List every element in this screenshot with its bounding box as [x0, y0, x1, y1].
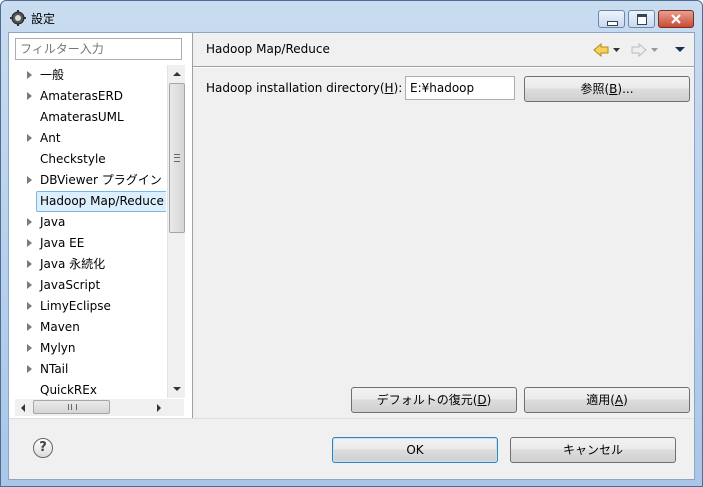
cancel-label: キャンセル [562, 443, 623, 457]
back-arrow-icon[interactable] [593, 42, 609, 58]
maximize-icon [637, 14, 647, 25]
preference-page: Hadoop Map/Reduce Hadoop installation di… [193, 33, 694, 418]
browse-button-label: 参照(B)... [580, 82, 634, 96]
scroll-left-icon[interactable] [21, 404, 25, 412]
tree-item[interactable]: 一般 [15, 65, 166, 86]
tree-item-label: AmaterasUML [40, 110, 124, 124]
horizontal-scroll-thumb[interactable] [33, 400, 110, 414]
restore-defaults-label: デフォルトの復元(D) [376, 393, 492, 407]
scroll-up-icon[interactable] [173, 72, 181, 76]
tree-item[interactable]: DBViewer プラグイン [15, 170, 166, 191]
expand-arrow-icon[interactable] [27, 176, 32, 184]
ok-label: OK [406, 443, 424, 457]
footer-separator [9, 418, 694, 419]
expand-arrow-icon[interactable] [27, 365, 32, 373]
tree-item[interactable]: QuickREx [15, 380, 166, 397]
tree-item-label: 一般 [40, 68, 65, 82]
forward-arrow-icon[interactable] [631, 42, 647, 58]
apply-label: 適用(A) [586, 393, 628, 407]
tree-item-label: LimyEclipse [40, 299, 111, 313]
tree-item[interactable]: Checkstyle [15, 149, 166, 170]
tree-item[interactable]: Mylyn [15, 338, 166, 359]
tree-item-label: Java [40, 215, 66, 229]
tree-item-label: Maven [40, 320, 80, 334]
expand-arrow-icon[interactable] [27, 239, 32, 247]
cancel-button[interactable]: キャンセル [510, 437, 676, 463]
tree-item-label: DBViewer プラグイン [40, 173, 162, 187]
close-button[interactable] [658, 10, 694, 28]
minimize-button[interactable] [598, 10, 625, 28]
tree-item[interactable]: Java [15, 212, 166, 233]
back-dropdown-icon[interactable] [613, 48, 620, 52]
tree-item[interactable]: Java 永続化 [15, 254, 166, 275]
help-icon[interactable]: ? [33, 438, 53, 458]
tree-item-label: Mylyn [40, 341, 76, 355]
tree-item-label: Checkstyle [40, 152, 106, 166]
installation-directory-input[interactable] [405, 76, 515, 100]
tree-vertical-scrollbar[interactable] [167, 65, 185, 398]
tree-item-label: JavaScript [40, 278, 101, 292]
tree-item-label: AmaterasERD [40, 89, 124, 103]
installation-directory-label: Hadoop installation directory(H): [206, 81, 403, 95]
history-navigation [593, 41, 688, 59]
preferences-window: 設定 一般 AmaterasERD AmaterasUML Ant Checkstyle… [0, 0, 703, 487]
tree-item[interactable]: Java EE [15, 233, 166, 254]
tree-item[interactable]: LimyEclipse [15, 296, 166, 317]
filter-input[interactable] [15, 38, 182, 60]
tree-item[interactable]: Maven [15, 317, 166, 338]
expand-arrow-icon[interactable] [27, 218, 32, 226]
ok-button[interactable]: OK [332, 437, 498, 463]
grip-icon [68, 404, 77, 410]
tree-item[interactable]: Hadoop Map/Reduce [15, 191, 166, 212]
expand-arrow-icon[interactable] [27, 134, 32, 142]
title-bar: 設定 [1, 1, 702, 33]
restore-defaults-button[interactable]: デフォルトの復元(D) [351, 387, 517, 413]
scroll-down-icon[interactable] [173, 387, 181, 391]
expand-arrow-icon[interactable] [27, 71, 32, 79]
scroll-corner [167, 399, 184, 416]
browse-button[interactable]: 参照(B)... [524, 76, 690, 102]
preference-tree: 一般 AmaterasERD AmaterasUML Ant Checkstyle DBV… [15, 65, 166, 397]
tree-item-label: Hadoop Map/Reduce [36, 191, 166, 212]
tree-item[interactable]: NTail [15, 359, 166, 380]
header-separator [193, 66, 694, 68]
maximize-button[interactable] [628, 10, 655, 28]
dialog-client-area: 一般 AmaterasERD AmaterasUML Ant Checkstyle DBV… [8, 32, 695, 480]
tree-item-label: Java EE [40, 236, 85, 250]
vertical-scroll-thumb[interactable] [169, 83, 185, 233]
close-icon [671, 14, 681, 24]
apply-button[interactable]: 適用(A) [524, 387, 690, 413]
tree-item-label: QuickREx [40, 383, 97, 397]
expand-arrow-icon[interactable] [27, 344, 32, 352]
expand-arrow-icon[interactable] [27, 323, 32, 331]
tree-item[interactable]: AmaterasUML [15, 107, 166, 128]
tree-horizontal-scrollbar[interactable] [15, 399, 167, 416]
eclipse-gear-icon [10, 10, 26, 26]
tree-item-label: Ant [40, 131, 61, 145]
grip-icon [174, 154, 180, 162]
expand-arrow-icon[interactable] [27, 260, 32, 268]
forward-dropdown-icon[interactable] [651, 48, 658, 52]
window-title: 設定 [31, 12, 56, 26]
tree-item[interactable]: JavaScript [15, 275, 166, 296]
scroll-right-icon[interactable] [157, 404, 161, 412]
expand-arrow-icon[interactable] [27, 281, 32, 289]
tree-item[interactable]: AmaterasERD [15, 86, 166, 107]
view-menu-icon[interactable] [675, 47, 685, 52]
expand-arrow-icon[interactable] [27, 302, 32, 310]
tree-item-label: NTail [40, 362, 69, 376]
tree-item[interactable]: Ant [15, 128, 166, 149]
preference-tree-pane: 一般 AmaterasERD AmaterasUML Ant Checkstyle DBV… [9, 33, 193, 418]
minimize-icon [607, 21, 618, 26]
expand-arrow-icon[interactable] [27, 92, 32, 100]
tree-item-label: Java 永続化 [40, 257, 106, 271]
page-title: Hadoop Map/Reduce [206, 42, 330, 56]
